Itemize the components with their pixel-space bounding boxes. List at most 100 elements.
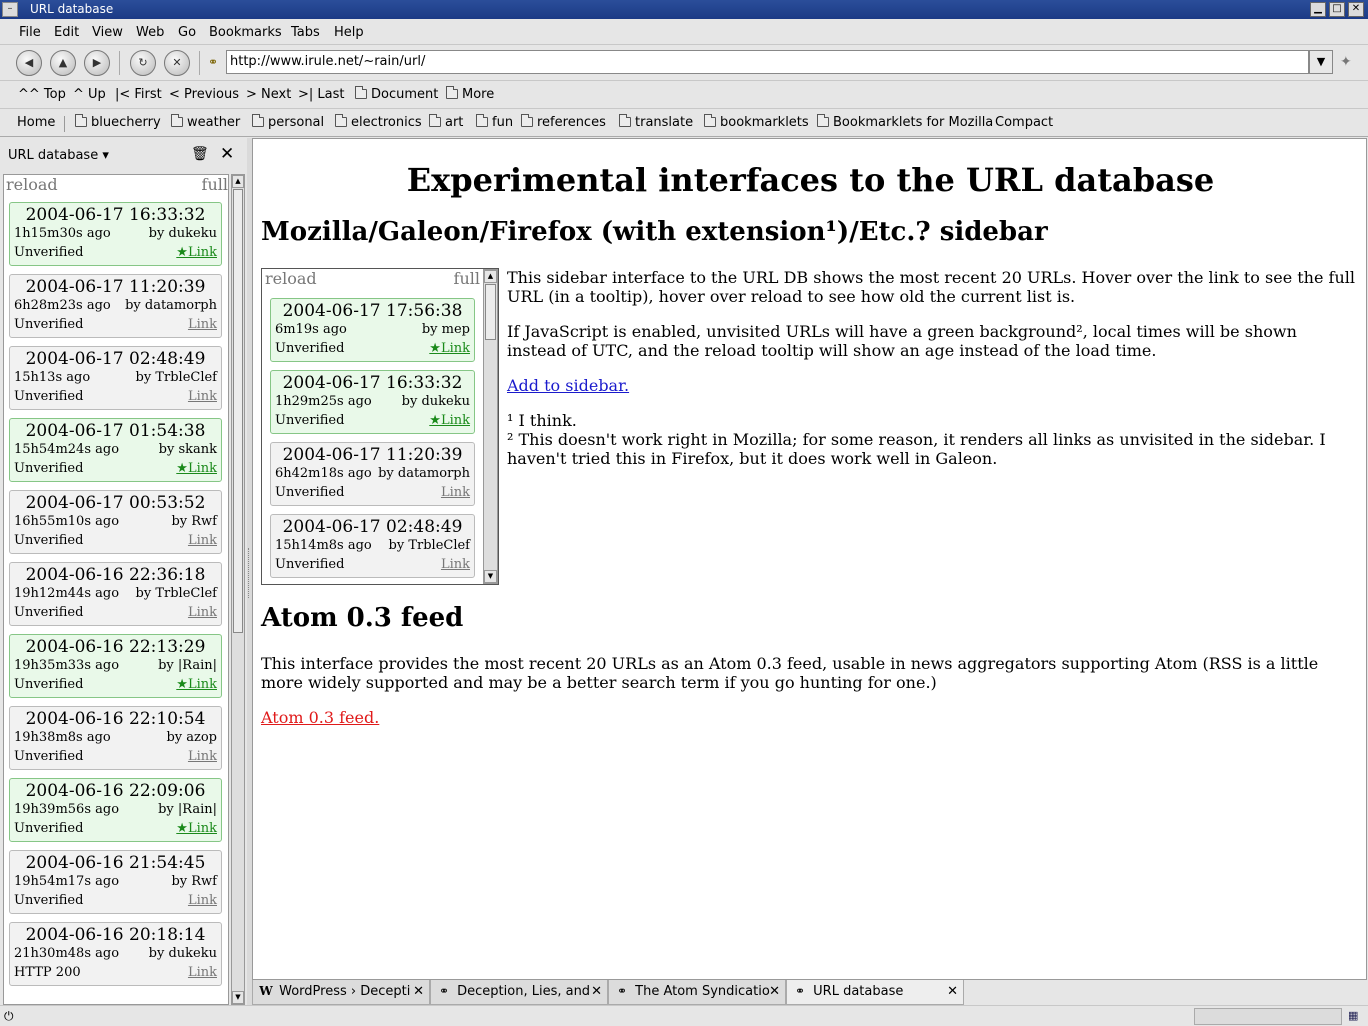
menu-web[interactable]: Web [136, 25, 164, 40]
entry-link[interactable]: ★Link [429, 413, 470, 428]
tab-label: URL database [813, 984, 904, 999]
link-up[interactable]: ^ Up [73, 87, 106, 102]
demo-full-link[interactable]: full [454, 269, 480, 288]
close-window-button[interactable]: ✕ [1348, 2, 1364, 17]
link-last[interactable]: >| Last [298, 87, 344, 102]
entry-status: Unverified [275, 485, 345, 500]
offline-icon[interactable]: ⏻ [4, 1009, 14, 1024]
location-dropdown-button[interactable]: ▼ [1309, 50, 1333, 74]
link-document[interactable]: Document [355, 86, 438, 102]
tab-atom-syndication[interactable]: ⚭ The Atom Syndicatio ✕ [608, 980, 786, 1005]
reload-button[interactable]: ↻ [130, 50, 156, 76]
chevron-down-icon: ▾ [102, 148, 109, 163]
minimize-button[interactable]: ▁ [1310, 2, 1326, 17]
bookmark-folder-references[interactable]: references [521, 114, 606, 130]
url-entry: 2004-06-16 21:54:45 19h54m17s ago by Rwf Un… [9, 850, 222, 914]
entry-link[interactable]: ★Link [176, 245, 217, 260]
close-tab-icon[interactable]: ✕ [413, 980, 424, 1003]
bookmark-folder-bookmarklets[interactable]: bookmarklets [704, 114, 809, 130]
entry-link[interactable]: ★Link [176, 821, 217, 836]
forward-button[interactable]: ▶ [84, 50, 110, 76]
menu-file[interactable]: File [19, 25, 41, 40]
reload-link[interactable]: reload [6, 175, 58, 194]
scroll-up-arrow[interactable]: ▲ [484, 270, 497, 283]
close-tab-icon[interactable]: ✕ [769, 980, 780, 1003]
demo-scrollbar[interactable]: ▲ ▼ [483, 269, 498, 584]
entry-link[interactable]: Link [188, 317, 217, 332]
demo-reload-link[interactable]: reload [265, 269, 317, 288]
entry-link[interactable]: Link [188, 749, 217, 764]
url-entry: 2004-06-17 17:56:38 6m19s ago by mep Unveri… [270, 298, 475, 362]
bookmark-folder-weather[interactable]: weather [171, 114, 241, 130]
menu-edit[interactable]: Edit [54, 25, 79, 40]
tab-deception[interactable]: ⚭ Deception, Lies, and ✕ [430, 980, 608, 1005]
bookmark-folder-bluecherry[interactable]: bluecherry [75, 114, 161, 130]
add-to-sidebar-link[interactable]: Add to sidebar. [507, 376, 629, 395]
scroll-thumb[interactable] [233, 189, 243, 633]
bookmark-folder-art[interactable]: art [429, 114, 463, 130]
back-button[interactable]: ◀ [16, 50, 42, 76]
entry-link[interactable]: Link [441, 485, 470, 500]
entry-link[interactable]: Link [188, 965, 217, 980]
menu-view[interactable]: View [92, 25, 123, 40]
atom-feed-link[interactable]: Atom 0.3 feed. [261, 708, 379, 727]
menu-help[interactable]: Help [334, 25, 364, 40]
site-icon[interactable]: ⚭ [208, 55, 224, 71]
up-button[interactable]: ▲ [50, 50, 76, 76]
entry-link[interactable]: Link [188, 893, 217, 908]
wordpress-icon: W [259, 984, 273, 998]
entry-link[interactable]: ★Link [176, 677, 217, 692]
entry-link[interactable]: ★Link [176, 461, 217, 476]
close-icon[interactable]: ✕ [220, 144, 234, 164]
entry-link[interactable]: ★Link [429, 341, 470, 356]
close-tab-icon[interactable]: ✕ [591, 980, 602, 1003]
entry-date: 2004-06-17 02:48:49 [282, 517, 463, 537]
tab-url-database[interactable]: ⚭ URL database ✕ [786, 980, 964, 1005]
link-more[interactable]: More [446, 86, 494, 102]
scroll-down-arrow[interactable]: ▼ [232, 991, 244, 1004]
entry-link[interactable]: Link [188, 389, 217, 404]
entry-author: by datamorph [378, 466, 470, 481]
menu-tabs[interactable]: Tabs [291, 25, 320, 40]
window-menu-button[interactable]: – [2, 2, 18, 17]
menu-go[interactable]: Go [178, 25, 196, 40]
link-top[interactable]: ^^ Top [18, 87, 66, 102]
up-arrow-icon: ▲ [58, 56, 68, 69]
sidebar-selector[interactable]: URL database ▾ [8, 148, 109, 163]
link-previous[interactable]: < Previous [169, 87, 239, 102]
bookmark-compact[interactable]: Compact [995, 115, 1053, 130]
tab-wordpress[interactable]: W WordPress › Decepti ✕ [252, 980, 430, 1005]
folder-icon [446, 86, 458, 99]
maximize-button[interactable]: □ [1329, 2, 1345, 17]
bookmark-folder-translate[interactable]: translate [619, 114, 693, 130]
sidebar-scrollbar[interactable]: ▲ ▼ [231, 174, 245, 1005]
bookmark-folder-fun[interactable]: fun [476, 114, 513, 130]
url-entry: 2004-06-17 02:48:49 15h14m8s ago by TrbleC… [270, 514, 475, 578]
scroll-thumb[interactable] [485, 284, 496, 340]
folder-icon [619, 114, 631, 127]
folder-icon [817, 114, 829, 127]
toolbar-separator [119, 51, 120, 75]
menu-bookmarks[interactable]: Bookmarks [209, 25, 282, 40]
scroll-up-arrow[interactable]: ▲ [232, 175, 244, 188]
entry-link[interactable]: Link [188, 605, 217, 620]
bookmark-folder-label: weather [187, 115, 241, 130]
location-input[interactable]: http://www.irule.net/~rain/url/ [226, 50, 1309, 74]
entry-link[interactable]: Link [441, 557, 470, 572]
link-next[interactable]: > Next [246, 87, 291, 102]
bookmark-home[interactable]: Home [17, 115, 55, 130]
bookmark-folder-personal[interactable]: personal [252, 114, 324, 130]
url-entry: 2004-06-16 22:13:29 19h35m33s ago by |Rain… [9, 634, 222, 698]
entry-link[interactable]: Link [188, 533, 217, 548]
full-link[interactable]: full [202, 175, 228, 194]
bookmark-folder-electronics[interactable]: electronics [335, 114, 422, 130]
stop-button[interactable]: ✕ [164, 50, 190, 76]
link-first[interactable]: |< First [115, 87, 162, 102]
trash-icon[interactable]: 🗑 [191, 146, 209, 162]
url-entry: 2004-06-16 22:10:54 19h38m8s ago by azop Un… [9, 706, 222, 770]
entry-date: 2004-06-17 16:33:32 [25, 205, 206, 225]
scroll-down-arrow[interactable]: ▼ [484, 570, 497, 583]
bookmark-folder-bookmarklets-mozilla[interactable]: Bookmarklets for Mozilla [817, 114, 993, 130]
folder-icon [355, 86, 367, 99]
close-tab-icon[interactable]: ✕ [947, 980, 958, 1003]
